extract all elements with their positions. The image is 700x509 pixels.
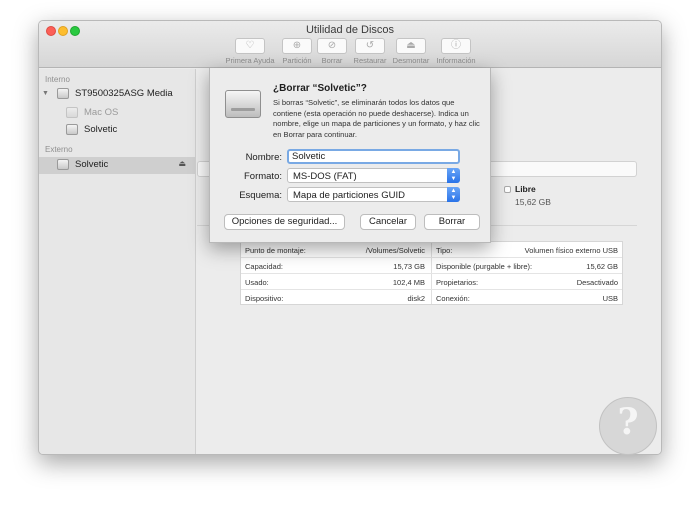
external-disk-icon (57, 159, 69, 170)
device-key: Dispositivo: (245, 294, 284, 303)
sidebar-item-physical-disk[interactable]: ▼ ST9500325ASG Media (39, 86, 196, 102)
sidebar: Interno ▼ ST9500325ASG Media Mac OS Solv… (39, 69, 196, 454)
updown-arrows-icon: ▲ ▼ (447, 168, 460, 183)
table-row: Capacidad: 15,73 GB Disponible (purgable… (241, 258, 622, 274)
format-label: Formato: (243, 171, 282, 182)
sidebar-header-internal: Interno (45, 75, 70, 84)
restore-label: Restaurar (353, 56, 387, 65)
restore-icon: ↺ (355, 38, 385, 54)
title-bar: Utilidad de Discos ♡ Primera Ayuda ⊕ Par… (39, 21, 661, 68)
format-select-value: MS-DOS (FAT) (293, 171, 357, 182)
connection-value: USB (602, 294, 618, 303)
restore-button[interactable]: ↺ Restaurar (350, 38, 390, 65)
erase-button[interactable]: ⊘ Borrar (316, 38, 348, 65)
partition-button[interactable]: ⊕ Partición (278, 38, 316, 65)
dialog-title: ¿Borrar “Solvetic”? (273, 83, 367, 94)
info-button[interactable]: ⓘ Información (434, 38, 478, 65)
external-disk-icon (225, 82, 261, 124)
free-space-label: Libre (515, 184, 536, 194)
updown-arrows-icon: ▲ ▼ (447, 187, 460, 202)
capacity-key: Capacidad: (245, 262, 283, 271)
free-space-value: 15,62 GB (515, 197, 551, 207)
scheme-label: Esquema: (239, 190, 282, 201)
scheme-select[interactable]: Mapa de particiones GUID ▲ ▼ (287, 187, 460, 202)
cancel-button[interactable]: Cancelar (360, 214, 416, 230)
unmount-label: Desmontar (392, 56, 430, 65)
hard-disk-icon (57, 88, 69, 99)
partition-label: Partición (282, 56, 312, 65)
first-aid-label: Primera Ayuda (225, 56, 275, 65)
type-value: Volumen físico externo USB (524, 246, 618, 255)
sidebar-item-label: Mac OS (84, 107, 119, 118)
first-aid-button[interactable]: ♡ Primera Ayuda (222, 38, 278, 65)
available-value: 15,62 GB (586, 262, 618, 271)
sidebar-header-external: Externo (45, 145, 73, 154)
confirm-erase-button[interactable]: Borrar (424, 214, 480, 230)
info-label: Información (436, 56, 476, 65)
info-table: Punto de montaje: /Volumes/Solvetic Tipo… (240, 241, 623, 305)
unmount-icon: ⏏ (396, 38, 426, 54)
dialog-message: Si borras “Solvetic”, se eliminarán todo… (273, 98, 480, 139)
sidebar-item-solvetic-external[interactable]: Solvetic ⏏ (39, 157, 196, 174)
sidebar-item-label: ST9500325ASG Media (75, 88, 173, 99)
unmount-button[interactable]: ⏏ Desmontar (390, 38, 432, 65)
erase-dialog: ¿Borrar “Solvetic”? Si borras “Solvetic”… (209, 68, 491, 243)
available-key: Disponible (purgable + libre): (436, 262, 533, 271)
erase-label: Borrar (321, 56, 343, 65)
table-row: Usado: 102,4 MB Propietarios: Desactivad… (241, 274, 622, 290)
volume-icon (66, 107, 78, 118)
table-row: Dispositivo: disk2 Conexión: USB (241, 290, 622, 306)
name-label: Nombre: (245, 152, 282, 163)
mount-point-key: Punto de montaje: (245, 246, 306, 255)
format-select[interactable]: MS-DOS (FAT) ▲ ▼ (287, 168, 460, 183)
security-options-button[interactable]: Opciones de seguridad... (224, 214, 345, 230)
info-icon: ⓘ (441, 38, 471, 54)
brand-watermark: ? (599, 397, 657, 455)
owners-value: Desactivado (576, 278, 618, 287)
connection-key: Conexión: (436, 294, 470, 303)
window-title: Utilidad de Discos (305, 24, 395, 36)
disclosure-triangle-icon[interactable]: ▼ (42, 90, 49, 97)
used-key: Usado: (245, 278, 269, 287)
name-input[interactable]: Solvetic (287, 149, 460, 164)
erase-icon: ⊘ (317, 38, 347, 54)
capacity-value: 15,73 GB (393, 262, 425, 271)
volume-icon (66, 124, 78, 135)
disk-slot (231, 108, 255, 111)
stethoscope-icon: ♡ (235, 38, 265, 54)
free-space-swatch (504, 186, 511, 193)
device-value: disk2 (407, 294, 425, 303)
partition-icon: ⊕ (282, 38, 312, 54)
owners-key: Propietarios: (436, 278, 479, 287)
disk-body (225, 90, 261, 118)
question-mark-icon: ? (617, 401, 639, 443)
eject-icon[interactable]: ⏏ (178, 159, 186, 168)
sidebar-item-solvetic-internal[interactable]: Solvetic (39, 122, 196, 138)
used-value: 102,4 MB (392, 278, 425, 287)
table-row: Punto de montaje: /Volumes/Solvetic Tipo… (241, 242, 622, 258)
sidebar-item-macos-volume[interactable]: Mac OS (39, 105, 196, 121)
mount-point-value: /Volumes/Solvetic (365, 246, 425, 255)
sidebar-item-label: Solvetic (75, 159, 109, 170)
type-key: Tipo: (436, 246, 453, 255)
scheme-select-value: Mapa de particiones GUID (293, 190, 405, 201)
sidebar-item-label: Solvetic (84, 124, 118, 135)
